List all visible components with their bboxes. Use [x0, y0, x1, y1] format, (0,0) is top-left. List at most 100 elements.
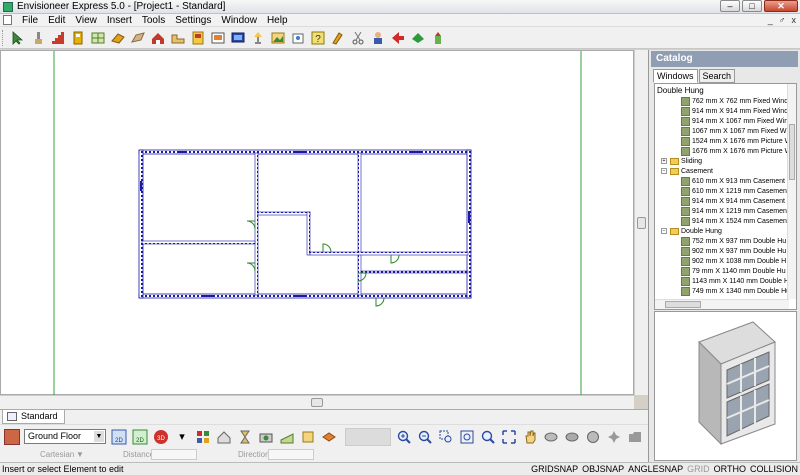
menu-window[interactable]: Window [216, 15, 262, 26]
tree-item[interactable]: 610 mm X 913 mm Casement [681, 176, 785, 186]
house-icon[interactable] [4, 428, 20, 445]
arrow-icon[interactable] [389, 29, 407, 47]
tree-item[interactable]: 1676 mm X 1676 mm Picture W [681, 146, 791, 156]
brush-icon[interactable] [29, 29, 47, 47]
tree-folder[interactable]: − Double Hung [661, 226, 722, 236]
mdi-close-button[interactable]: x [792, 15, 797, 25]
3d-view-button[interactable]: 3D [152, 428, 170, 446]
folder-icon[interactable] [626, 428, 644, 446]
tree-vertical-scroll-thumb[interactable] [789, 124, 795, 180]
gridsnap-toggle[interactable]: GRIDSNAP [531, 463, 578, 475]
cabinet-icon[interactable] [169, 29, 187, 47]
minimize-button[interactable]: – [720, 0, 740, 12]
select-arrow-icon[interactable] [9, 29, 27, 47]
deck-icon[interactable] [149, 29, 167, 47]
tree-folder[interactable]: + Sliding [661, 156, 702, 166]
tab-search[interactable]: Search [698, 69, 736, 83]
help-icon[interactable]: ? [309, 29, 327, 47]
tree-item[interactable]: 752 mm X 937 mm Double Hu [681, 236, 786, 246]
stairs-icon[interactable] [49, 29, 67, 47]
lamp-icon[interactable] [249, 29, 267, 47]
view-options-icon[interactable]: ▾ [173, 428, 191, 446]
zoom-in-icon[interactable] [395, 428, 413, 446]
navigate-icon[interactable] [605, 428, 623, 446]
drawing-canvas[interactable] [0, 50, 634, 396]
distance-field[interactable] [151, 449, 197, 460]
electrical-plan-icon[interactable] [289, 29, 307, 47]
2d-elevation-button[interactable]: 2D [131, 428, 149, 446]
direction-field[interactable] [268, 449, 314, 460]
tree-item[interactable]: 914 mm X 914 mm Fixed Wind [681, 106, 788, 116]
menu-edit[interactable]: Edit [43, 15, 70, 26]
door-icon[interactable] [69, 29, 87, 47]
fit-icon[interactable] [500, 428, 518, 446]
landscape-icon[interactable] [269, 29, 287, 47]
plant-icon[interactable] [409, 29, 427, 47]
layer-icon[interactable] [320, 428, 338, 446]
menu-settings[interactable]: Settings [170, 15, 216, 26]
maximize-button[interactable]: □ [742, 0, 762, 12]
vertical-scroll-thumb[interactable] [637, 217, 646, 229]
zoom-extents-icon[interactable] [458, 428, 476, 446]
appliance-icon[interactable] [189, 29, 207, 47]
anglesnap-toggle[interactable]: ANGLESNAP [628, 463, 683, 475]
mdi-minimize-button[interactable]: _ [768, 15, 773, 25]
person-icon[interactable] [369, 29, 387, 47]
walk-icon[interactable] [584, 428, 602, 446]
tree-item[interactable]: 914 mm X 1219 mm Casemen [681, 206, 787, 216]
tree-vertical-scrollbar[interactable] [787, 84, 796, 299]
camera-icon[interactable] [257, 428, 275, 446]
walkthrough-icon[interactable] [215, 428, 233, 446]
collision-toggle[interactable]: COLLISION [750, 463, 798, 475]
menu-insert[interactable]: Insert [102, 15, 137, 26]
tree-item[interactable]: 762 mm X 762 mm Fixed Wind [681, 96, 788, 106]
tree-item[interactable]: 79 mm X 1140 mm Double Hu [681, 266, 786, 276]
catalog-tree[interactable]: Double Hung 762 mm X 762 mm Fixed Wind 91… [654, 83, 797, 310]
menu-file[interactable]: File [17, 15, 43, 26]
vertical-scrollbar[interactable] [634, 50, 648, 395]
toolbar-grip[interactable] [2, 29, 5, 46]
tree-horizontal-scrollbar[interactable] [655, 299, 789, 309]
ortho-toggle[interactable]: ORTHO [714, 463, 746, 475]
grid-toggle[interactable]: GRID [687, 463, 710, 475]
horizontal-scrollbar[interactable] [0, 395, 634, 409]
floor-select[interactable]: Ground Floor ▼ [24, 429, 106, 444]
paint-icon[interactable] [329, 29, 347, 47]
tab-standard[interactable]: Standard [2, 410, 65, 424]
tab-windows[interactable]: Windows [653, 69, 698, 83]
tree-item[interactable]: 914 mm X 1524 mm Casemen [681, 216, 787, 226]
move-icon[interactable] [429, 29, 447, 47]
zoom-window-icon[interactable] [437, 428, 455, 446]
hourglass-icon[interactable] [236, 428, 254, 446]
texture-icon[interactable] [278, 428, 296, 446]
tree-item[interactable]: 914 mm X 914 mm Casement [681, 196, 785, 206]
electrical-icon[interactable] [229, 29, 247, 47]
tree-folder[interactable]: − Casement [661, 166, 713, 176]
tree-item[interactable]: 1524 mm X 1676 mm Picture W [681, 136, 791, 146]
collapse-icon[interactable]: − [661, 168, 667, 174]
window-icon[interactable] [89, 29, 107, 47]
menu-view[interactable]: View [70, 15, 102, 26]
tree-item[interactable]: 610 mm X 1219 mm Casemen [681, 186, 787, 196]
tree-horizontal-scroll-thumb[interactable] [665, 301, 701, 308]
roof-icon[interactable] [109, 29, 127, 47]
close-button[interactable]: ✕ [764, 0, 798, 12]
mdi-restore-button[interactable]: ♂ [779, 15, 786, 25]
chevron-down-icon[interactable]: ▼ [76, 450, 84, 459]
scissors-icon[interactable] [349, 29, 367, 47]
coordinate-mode-label[interactable]: Cartesian [40, 450, 74, 459]
zoom-previous-icon[interactable] [479, 428, 497, 446]
cut-plane-icon[interactable] [299, 428, 317, 446]
tree-item[interactable]: 1067 mm X 1067 mm Fixed W [681, 126, 787, 136]
objsnap-toggle[interactable]: OBJSNAP [582, 463, 624, 475]
furniture-icon[interactable] [209, 29, 227, 47]
tree-item[interactable]: 749 mm X 1340 mm Double Hu [681, 286, 790, 296]
tree-item[interactable]: 902 mm X 937 mm Double Hu [681, 246, 786, 256]
pan-hand-icon[interactable] [521, 428, 539, 446]
expand-icon[interactable]: + [661, 158, 667, 164]
menu-help[interactable]: Help [262, 15, 293, 26]
grid-color-icon[interactable] [194, 428, 212, 446]
zoom-out-icon[interactable] [416, 428, 434, 446]
tree-item[interactable]: 1143 mm X 1140 mm Double H [681, 276, 789, 286]
2d-plan-button[interactable]: 2D [110, 428, 128, 446]
